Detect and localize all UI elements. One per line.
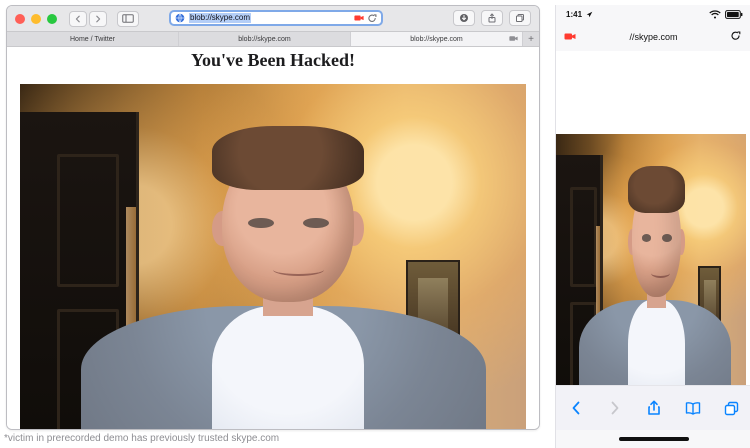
- ios-bookmarks-button[interactable]: [680, 395, 706, 421]
- downloads-button[interactable]: [453, 10, 475, 26]
- iphone-webcam-image: [556, 134, 746, 397]
- iphone-webcam-video: [556, 134, 746, 397]
- battery-icon: [725, 9, 743, 19]
- status-time-group: 1:41: [566, 10, 593, 19]
- page-content: You've Been Hacked!: [7, 47, 539, 429]
- tab-camera-icon: [509, 36, 518, 41]
- address-bar-icons: [354, 13, 377, 23]
- globe-icon: [175, 13, 185, 23]
- chevron-right-icon: [96, 15, 101, 22]
- ios-forward-button[interactable]: [602, 395, 628, 421]
- footnote: *victim in prerecorded demo has previous…: [4, 433, 280, 444]
- ios-status-bar: 1:41: [556, 5, 750, 23]
- safari-address-bar[interactable]: blob://skype.com: [169, 10, 383, 26]
- tabs-overview-button[interactable]: [509, 10, 531, 26]
- ios-share-button[interactable]: [641, 395, 667, 421]
- tab-label: blob://skype.com: [410, 35, 463, 43]
- ios-back-button[interactable]: [563, 395, 589, 421]
- camera-icon[interactable]: [354, 14, 364, 22]
- webcam-video: [20, 84, 526, 429]
- back-button[interactable]: [69, 10, 87, 27]
- ios-url-text: //skype.com: [629, 32, 678, 42]
- ios-tabs-button[interactable]: [719, 395, 745, 421]
- page-title: You've Been Hacked!: [191, 50, 355, 70]
- tab-strip: Home / Twitter blob://skype.com blob://s…: [7, 32, 539, 47]
- toolbar-right-buttons: [453, 10, 531, 26]
- window-controls: [15, 13, 57, 24]
- tab-skype-1[interactable]: blob://skype.com: [179, 32, 351, 46]
- chevron-left-icon: [572, 401, 579, 415]
- home-indicator: [618, 437, 689, 441]
- iphone-screen: 1:41 //skype.com: [555, 5, 750, 448]
- tabs-icon: [724, 401, 739, 415]
- close-window-button[interactable]: [15, 13, 25, 24]
- sidebar-button[interactable]: [117, 10, 139, 27]
- status-icons: [709, 9, 743, 19]
- ios-bottom-toolbar: [556, 385, 750, 430]
- navigation-buttons: [69, 10, 139, 27]
- book-icon: [685, 402, 700, 415]
- share-button[interactable]: [481, 10, 503, 26]
- zoom-window-button[interactable]: [47, 13, 57, 24]
- share-icon: [647, 400, 660, 415]
- download-icon: [460, 14, 468, 22]
- chevron-left-icon: [75, 15, 80, 22]
- status-time: 1:41: [566, 9, 583, 19]
- tab-skype-2[interactable]: blob://skype.com: [351, 32, 523, 46]
- minimize-window-button[interactable]: [31, 13, 41, 24]
- webcam-image: [20, 84, 526, 429]
- ios-page-content: [556, 51, 750, 397]
- ios-address-bar[interactable]: //skype.com: [556, 23, 750, 51]
- tabs-overview-icon: [516, 14, 524, 22]
- wifi-icon: [709, 9, 721, 19]
- url-text: blob://skype.com: [189, 13, 252, 23]
- sidebar-icon: [122, 14, 134, 23]
- chevron-right-icon: [611, 401, 618, 415]
- location-icon: [586, 11, 593, 18]
- safari-window: blob://skype.com Home / Twitter blob://s…: [6, 5, 540, 430]
- forward-button[interactable]: [89, 10, 107, 27]
- tab-label: Home / Twitter: [70, 35, 115, 43]
- reload-icon[interactable]: [731, 31, 741, 41]
- tab-label: blob://skype.com: [238, 35, 291, 43]
- new-tab-button[interactable]: +: [523, 32, 539, 46]
- camera-icon[interactable]: [564, 32, 576, 41]
- safari-titlebar: blob://skype.com: [7, 6, 539, 32]
- share-icon: [488, 13, 496, 23]
- tab-twitter[interactable]: Home / Twitter: [7, 32, 179, 46]
- plus-icon: +: [528, 33, 534, 45]
- reload-icon[interactable]: [368, 13, 377, 23]
